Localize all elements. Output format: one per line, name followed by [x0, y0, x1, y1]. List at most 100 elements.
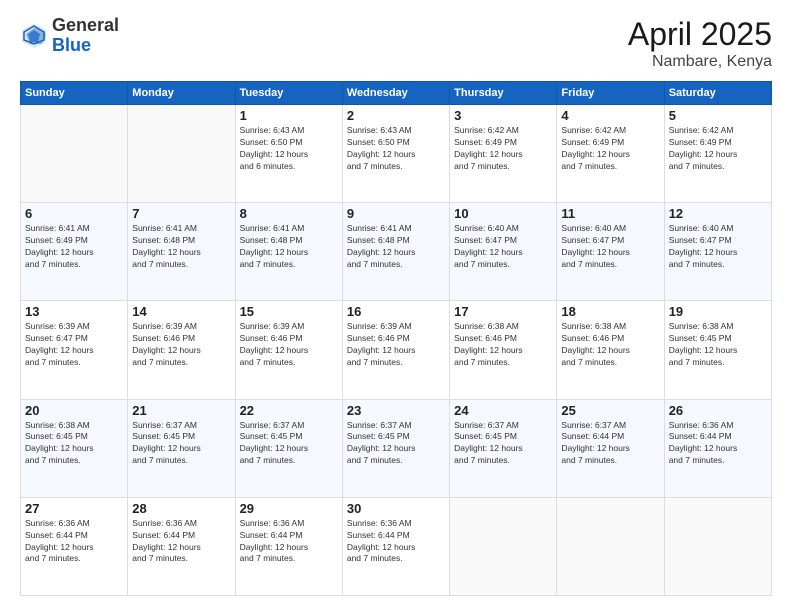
page: General Blue April 2025 Nambare, Kenya S…	[0, 0, 792, 612]
day-number: 22	[240, 403, 338, 418]
table-row: 3 Sunrise: 6:42 AM Sunset: 6:49 PM Daylig…	[450, 105, 557, 203]
day-number: 24	[454, 403, 552, 418]
cell-content: Sunrise: 6:41 AM Sunset: 6:49 PM Dayligh…	[25, 223, 123, 271]
table-row: 21 Sunrise: 6:37 AM Sunset: 6:45 PM Dayli…	[128, 399, 235, 497]
calendar-week-row: 27 Sunrise: 6:36 AM Sunset: 6:44 PM Dayli…	[21, 497, 772, 595]
table-row: 4 Sunrise: 6:42 AM Sunset: 6:49 PM Daylig…	[557, 105, 664, 203]
table-row: 25Sunrise: 6:37 AM Sunset: 6:44 PM Dayli…	[557, 399, 664, 497]
table-row: 7Sunrise: 6:41 AM Sunset: 6:48 PM Daylig…	[128, 203, 235, 301]
calendar-week-row: 6 Sunrise: 6:41 AM Sunset: 6:49 PM Daylig…	[21, 203, 772, 301]
day-number: 6	[25, 206, 123, 221]
table-row: 29Sunrise: 6:36 AM Sunset: 6:44 PM Dayli…	[235, 497, 342, 595]
day-number: 13	[25, 304, 123, 319]
logo-icon	[20, 22, 48, 50]
table-row: 28 Sunrise: 6:36 AM Sunset: 6:44 PM Dayli…	[128, 497, 235, 595]
logo-text: General Blue	[52, 16, 119, 56]
cell-content: Sunrise: 6:43 AM Sunset: 6:50 PM Dayligh…	[347, 125, 445, 173]
day-number: 14	[132, 304, 230, 319]
cell-content: Sunrise: 6:39 AM Sunset: 6:46 PM Dayligh…	[132, 321, 230, 369]
col-sunday: Sunday	[21, 82, 128, 105]
cell-content: Sunrise: 6:36 AM Sunset: 6:44 PM Dayligh…	[25, 518, 123, 566]
day-number: 21	[132, 403, 230, 418]
cell-content: Sunrise: 6:42 AM Sunset: 6:49 PM Dayligh…	[561, 125, 659, 173]
table-row: 13 Sunrise: 6:39 AM Sunset: 6:47 PM Dayli…	[21, 301, 128, 399]
table-row: 5 Sunrise: 6:42 AM Sunset: 6:49 PM Daylig…	[664, 105, 771, 203]
table-row: 22 Sunrise: 6:37 AM Sunset: 6:45 PM Dayli…	[235, 399, 342, 497]
day-number: 1	[240, 108, 338, 123]
title-section: April 2025 Nambare, Kenya	[628, 16, 772, 71]
table-row: 8 Sunrise: 6:41 AM Sunset: 6:48 PM Daylig…	[235, 203, 342, 301]
cell-content: Sunrise: 6:36 AM Sunset: 6:44 PM Dayligh…	[347, 518, 445, 566]
calendar-week-row: 1 Sunrise: 6:43 AM Sunset: 6:50 PM Daylig…	[21, 105, 772, 203]
table-row: 23 Sunrise: 6:37 AM Sunset: 6:45 PM Dayli…	[342, 399, 449, 497]
table-row: 26Sunrise: 6:36 AM Sunset: 6:44 PM Dayli…	[664, 399, 771, 497]
day-number: 19	[669, 304, 767, 319]
cell-content: Sunrise: 6:38 AM Sunset: 6:46 PM Dayligh…	[561, 321, 659, 369]
cell-content: Sunrise: 6:42 AM Sunset: 6:49 PM Dayligh…	[454, 125, 552, 173]
day-number: 3	[454, 108, 552, 123]
day-number: 5	[669, 108, 767, 123]
day-number: 18	[561, 304, 659, 319]
month-title: April 2025	[628, 16, 772, 53]
cell-content: Sunrise: 6:38 AM Sunset: 6:45 PM Dayligh…	[25, 420, 123, 468]
col-tuesday: Tuesday	[235, 82, 342, 105]
cell-content: Sunrise: 6:37 AM Sunset: 6:44 PM Dayligh…	[561, 420, 659, 468]
table-row: 12 Sunrise: 6:40 AM Sunset: 6:47 PM Dayli…	[664, 203, 771, 301]
calendar-week-row: 13 Sunrise: 6:39 AM Sunset: 6:47 PM Dayli…	[21, 301, 772, 399]
cell-content: Sunrise: 6:40 AM Sunset: 6:47 PM Dayligh…	[669, 223, 767, 271]
day-number: 2	[347, 108, 445, 123]
table-row: 1Sunrise: 6:43 AM Sunset: 6:50 PM Daylig…	[235, 105, 342, 203]
table-row: 19 Sunrise: 6:38 AM Sunset: 6:45 PM Dayli…	[664, 301, 771, 399]
cell-content: Sunrise: 6:37 AM Sunset: 6:45 PM Dayligh…	[240, 420, 338, 468]
logo-general-text: General	[52, 16, 119, 36]
cell-content: Sunrise: 6:40 AM Sunset: 6:47 PM Dayligh…	[561, 223, 659, 271]
cell-content: Sunrise: 6:39 AM Sunset: 6:46 PM Dayligh…	[347, 321, 445, 369]
day-number: 28	[132, 501, 230, 516]
logo: General Blue	[20, 16, 119, 56]
col-saturday: Saturday	[664, 82, 771, 105]
day-number: 30	[347, 501, 445, 516]
day-number: 27	[25, 501, 123, 516]
day-number: 16	[347, 304, 445, 319]
table-row: 30 Sunrise: 6:36 AM Sunset: 6:44 PM Dayli…	[342, 497, 449, 595]
table-row: 17 Sunrise: 6:38 AM Sunset: 6:46 PM Dayli…	[450, 301, 557, 399]
cell-content: Sunrise: 6:37 AM Sunset: 6:45 PM Dayligh…	[132, 420, 230, 468]
cell-content: Sunrise: 6:41 AM Sunset: 6:48 PM Dayligh…	[132, 223, 230, 271]
day-number: 8	[240, 206, 338, 221]
day-number: 20	[25, 403, 123, 418]
cell-content: Sunrise: 6:42 AM Sunset: 6:49 PM Dayligh…	[669, 125, 767, 173]
table-row	[557, 497, 664, 595]
table-row: 27 Sunrise: 6:36 AM Sunset: 6:44 PM Dayli…	[21, 497, 128, 595]
cell-content: Sunrise: 6:38 AM Sunset: 6:46 PM Dayligh…	[454, 321, 552, 369]
cell-content: Sunrise: 6:41 AM Sunset: 6:48 PM Dayligh…	[240, 223, 338, 271]
cell-content: Sunrise: 6:41 AM Sunset: 6:48 PM Dayligh…	[347, 223, 445, 271]
table-row	[21, 105, 128, 203]
table-row: 9 Sunrise: 6:41 AM Sunset: 6:48 PM Daylig…	[342, 203, 449, 301]
day-number: 12	[669, 206, 767, 221]
day-number: 10	[454, 206, 552, 221]
day-number: 15	[240, 304, 338, 319]
calendar-week-row: 20 Sunrise: 6:38 AM Sunset: 6:45 PM Dayli…	[21, 399, 772, 497]
header: General Blue April 2025 Nambare, Kenya	[20, 16, 772, 71]
col-friday: Friday	[557, 82, 664, 105]
table-row: 24Sunrise: 6:37 AM Sunset: 6:45 PM Dayli…	[450, 399, 557, 497]
day-number: 17	[454, 304, 552, 319]
table-row: 18 Sunrise: 6:38 AM Sunset: 6:46 PM Dayli…	[557, 301, 664, 399]
day-number: 29	[240, 501, 338, 516]
table-row: 10Sunrise: 6:40 AM Sunset: 6:47 PM Dayli…	[450, 203, 557, 301]
cell-content: Sunrise: 6:38 AM Sunset: 6:45 PM Dayligh…	[669, 321, 767, 369]
table-row: 11Sunrise: 6:40 AM Sunset: 6:47 PM Dayli…	[557, 203, 664, 301]
day-number: 23	[347, 403, 445, 418]
day-number: 4	[561, 108, 659, 123]
table-row: 6 Sunrise: 6:41 AM Sunset: 6:49 PM Daylig…	[21, 203, 128, 301]
table-row: 15Sunrise: 6:39 AM Sunset: 6:46 PM Dayli…	[235, 301, 342, 399]
col-monday: Monday	[128, 82, 235, 105]
table-row	[450, 497, 557, 595]
table-row: 16 Sunrise: 6:39 AM Sunset: 6:46 PM Dayli…	[342, 301, 449, 399]
day-number: 9	[347, 206, 445, 221]
cell-content: Sunrise: 6:36 AM Sunset: 6:44 PM Dayligh…	[132, 518, 230, 566]
cell-content: Sunrise: 6:39 AM Sunset: 6:47 PM Dayligh…	[25, 321, 123, 369]
cell-content: Sunrise: 6:37 AM Sunset: 6:45 PM Dayligh…	[347, 420, 445, 468]
calendar: Sunday Monday Tuesday Wednesday Thursday…	[20, 81, 772, 596]
col-wednesday: Wednesday	[342, 82, 449, 105]
